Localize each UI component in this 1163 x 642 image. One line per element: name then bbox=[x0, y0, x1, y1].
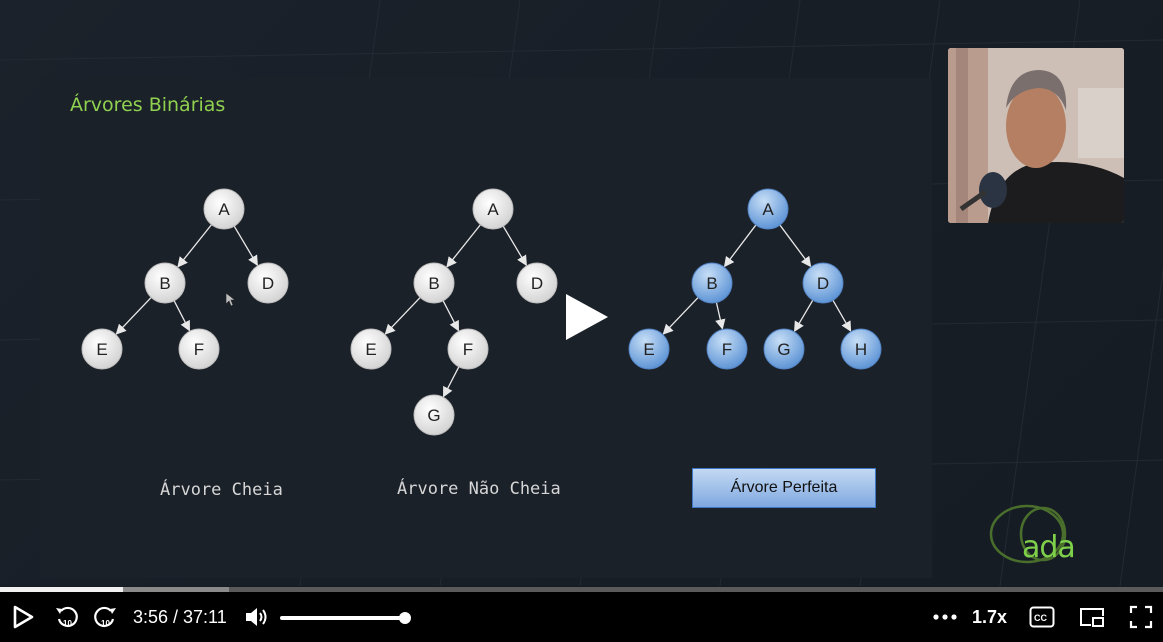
more-options-button[interactable] bbox=[930, 592, 960, 642]
tree-node-f: F bbox=[178, 328, 220, 370]
volume-icon bbox=[246, 608, 267, 626]
svg-text:10: 10 bbox=[101, 619, 110, 628]
mouse-cursor-icon bbox=[226, 293, 236, 307]
tree-edge bbox=[177, 224, 213, 268]
pip-icon bbox=[1080, 608, 1104, 627]
fullscreen-button[interactable] bbox=[1126, 592, 1156, 642]
rewind-10-icon: 10 bbox=[56, 606, 78, 628]
tree-node-label: D bbox=[531, 274, 543, 293]
tree-edge bbox=[443, 366, 460, 398]
caption-arvore-cheia: Árvore Cheia bbox=[160, 480, 283, 500]
tree-edge bbox=[384, 297, 421, 335]
tree-node-d: D bbox=[516, 262, 558, 304]
tree-node-e: E bbox=[81, 328, 123, 370]
video-frame[interactable]: Árvores Binárias ABDEFABDEFGABDEFGH Árvo… bbox=[0, 0, 1163, 586]
tree-edge bbox=[662, 297, 699, 335]
play-button[interactable] bbox=[6, 592, 40, 642]
tree-node-label: A bbox=[762, 200, 774, 219]
tree-node-f: F bbox=[706, 328, 748, 370]
volume-slider[interactable] bbox=[280, 612, 411, 624]
tree-edge bbox=[715, 302, 726, 330]
playback-speed-button[interactable]: 1.7x bbox=[972, 592, 1007, 642]
cc-icon: CC bbox=[1029, 606, 1055, 628]
tree-node-a: A bbox=[203, 188, 245, 230]
caption-arvore-nao-cheia: Árvore Não Cheia bbox=[397, 479, 561, 499]
tree-node-g: G bbox=[763, 328, 805, 370]
tree-node-label: D bbox=[817, 274, 829, 293]
captions-button[interactable]: CC bbox=[1027, 592, 1057, 642]
tree-node-label: E bbox=[643, 340, 654, 359]
tree-node-label: A bbox=[218, 200, 230, 219]
webcam-presenter-video bbox=[948, 48, 1124, 223]
tree-node-label: G bbox=[427, 406, 440, 425]
tree-node-b: B bbox=[691, 262, 733, 304]
center-play-icon[interactable] bbox=[563, 291, 611, 343]
tree-node-label: G bbox=[777, 340, 790, 359]
tree-node-label: B bbox=[706, 274, 717, 293]
tree-node-label: F bbox=[463, 340, 473, 359]
tree-edge bbox=[832, 300, 852, 332]
tree-node-label: H bbox=[855, 340, 867, 359]
caption-arvore-perfeita: Árvore Perfeita bbox=[692, 468, 876, 508]
tree-edge bbox=[233, 225, 258, 267]
tree-edge bbox=[173, 300, 190, 332]
player-controls: 10 10 3:56 / 37:11 1.7x CC bbox=[0, 592, 1163, 642]
tree-node-label: D bbox=[262, 274, 274, 293]
tree-edge bbox=[502, 225, 527, 267]
ada-logo-text: ada bbox=[1022, 530, 1076, 565]
play-icon bbox=[13, 605, 34, 629]
volume-button[interactable] bbox=[242, 592, 272, 642]
tree-edge bbox=[446, 224, 482, 268]
tree-node-label: E bbox=[365, 340, 376, 359]
tree-edge bbox=[723, 224, 757, 268]
tree-node-d: D bbox=[247, 262, 289, 304]
svg-text:CC: CC bbox=[1034, 613, 1047, 623]
tree-edge bbox=[794, 299, 814, 333]
tree-edge bbox=[442, 300, 459, 332]
tree-node-e: E bbox=[350, 328, 392, 370]
time-display: 3:56 / 37:11 bbox=[133, 606, 227, 627]
tree-node-a: A bbox=[472, 188, 514, 230]
svg-text:10: 10 bbox=[63, 619, 72, 628]
tree-node-d: D bbox=[802, 262, 844, 304]
fullscreen-icon bbox=[1129, 605, 1153, 629]
tree-node-a: A bbox=[747, 188, 789, 230]
forward-10-icon: 10 bbox=[94, 606, 116, 628]
tree-edge bbox=[115, 297, 152, 335]
tree-node-b: B bbox=[413, 262, 455, 304]
tree-node-f: F bbox=[447, 328, 489, 370]
tree-node-label: A bbox=[487, 200, 499, 219]
tree-edge bbox=[779, 224, 812, 268]
tree-node-label: B bbox=[428, 274, 439, 293]
tree-node-label: E bbox=[96, 340, 107, 359]
more-icon bbox=[933, 614, 957, 620]
tree-node-label: B bbox=[159, 274, 170, 293]
volume-slider-handle[interactable] bbox=[399, 612, 411, 624]
forward-10-button[interactable]: 10 bbox=[90, 592, 120, 642]
tree-node-g: G bbox=[413, 394, 455, 436]
tree-node-h: H bbox=[840, 328, 882, 370]
tree-node-label: F bbox=[194, 340, 204, 359]
rewind-10-button[interactable]: 10 bbox=[52, 592, 82, 642]
tree-node-b: B bbox=[144, 262, 186, 304]
tree-node-e: E bbox=[628, 328, 670, 370]
tree-node-label: F bbox=[722, 340, 732, 359]
picture-in-picture-button[interactable] bbox=[1077, 592, 1107, 642]
